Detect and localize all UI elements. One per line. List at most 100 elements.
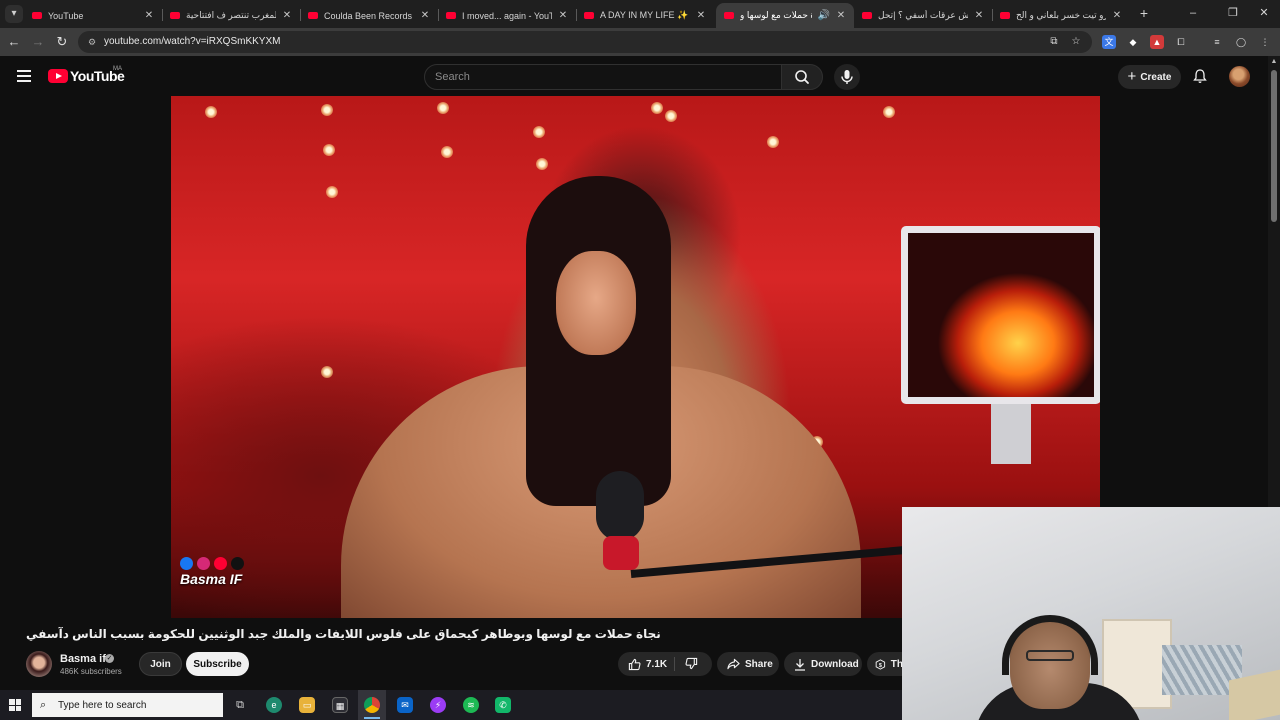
close-icon[interactable]: ✕: [420, 10, 430, 21]
file-explorer-icon[interactable]: ▭: [299, 697, 315, 713]
youtube-favicon-icon: [32, 12, 42, 19]
guide-menu-icon[interactable]: [17, 70, 31, 82]
media-icon[interactable]: ≡: [1210, 35, 1224, 49]
like-button[interactable]: 7.1K: [618, 652, 674, 676]
share-button[interactable]: Share: [717, 652, 779, 676]
instagram-icon: [197, 557, 210, 570]
bokeh-light: [321, 104, 333, 116]
download-button[interactable]: Download: [784, 652, 862, 676]
bokeh-light: [323, 144, 335, 156]
tab-label: Coulda Been Records BRC: [324, 10, 414, 21]
tab-youtube[interactable]: YouTube ✕: [24, 3, 162, 28]
address-bar[interactable]: ⚙ youtube.com/watch?v=iRXQSmKKYXM ⧉ ☆: [78, 31, 1092, 53]
windows-start-icon[interactable]: [9, 699, 21, 711]
close-icon[interactable]: ✕: [282, 10, 292, 21]
outlook-icon[interactable]: ✉: [397, 697, 413, 713]
youtube-logo-icon[interactable]: [48, 69, 68, 83]
like-dislike-group: 7.1K: [618, 652, 712, 676]
youtube-favicon-icon: [170, 12, 180, 19]
bokeh-light: [441, 146, 453, 158]
youtube-favicon-icon: [862, 12, 872, 19]
monitor-stand: [991, 404, 1031, 464]
tab-i-moved[interactable]: I moved... again - YouTub ✕: [438, 3, 576, 28]
dislike-button[interactable]: [680, 657, 704, 671]
create-button[interactable]: + Create: [1118, 65, 1181, 89]
profile-icon[interactable]: ◯: [1234, 35, 1248, 49]
install-icon[interactable]: ⧉: [1048, 36, 1060, 48]
tab-safi[interactable]: علاش عرقات أسفي ؟ |تحل ✕: [854, 3, 992, 28]
taskbar-search[interactable]: ⌕ Type here to search: [32, 693, 223, 717]
new-tab-button[interactable]: +: [1136, 5, 1152, 21]
close-icon[interactable]: ✕: [1112, 10, 1122, 21]
share-icon: [727, 658, 740, 670]
tab-day-in-my-life[interactable]: A DAY IN MY LIFE ✨ تعري ✕: [576, 3, 714, 28]
edge-icon[interactable]: e: [266, 697, 282, 713]
search-input[interactable]: [435, 69, 765, 85]
taskbar-search-placeholder: Type here to search: [58, 699, 147, 711]
site-info-icon[interactable]: ⚙: [86, 36, 98, 48]
close-icon[interactable]: ✕: [144, 10, 154, 21]
messenger-icon[interactable]: ⚡: [430, 697, 446, 713]
account-avatar[interactable]: [1229, 66, 1250, 87]
extensions-icon[interactable]: ⧠: [1174, 35, 1188, 49]
window-close-icon[interactable]: ✕: [1257, 5, 1271, 21]
active-app-indicator: [364, 717, 380, 719]
spotify-icon[interactable]: ≋: [463, 697, 479, 713]
thanks-button[interactable]: $ Th: [867, 652, 903, 676]
subscribe-button[interactable]: Subscribe: [186, 652, 249, 676]
tiktok-icon: [231, 557, 244, 570]
tab-label: YouTube: [48, 10, 84, 21]
search-box[interactable]: [424, 64, 782, 90]
minimize-icon[interactable]: –: [1186, 5, 1200, 21]
close-icon[interactable]: ✕: [558, 10, 568, 21]
browser-toolbar: ← → ↻ ⚙ youtube.com/watch?v=iRXQSmKKYXM …: [0, 28, 1280, 56]
chrome-icon[interactable]: [364, 697, 380, 713]
reload-icon[interactable]: ↻: [54, 34, 70, 50]
menu-icon[interactable]: ⋮: [1258, 35, 1272, 49]
tab-search-icon[interactable]: ▾: [5, 5, 23, 23]
search-button[interactable]: [781, 64, 823, 90]
close-icon[interactable]: ✕: [696, 10, 706, 21]
voice-search-button[interactable]: [834, 64, 860, 90]
tab-current-video[interactable]: نجاة حملات مع لوسها و 🔊 ✕: [716, 3, 854, 28]
extension-red-icon[interactable]: ▲: [1150, 35, 1164, 49]
headset: [1002, 615, 1098, 675]
back-icon[interactable]: ←: [6, 34, 22, 50]
restore-icon[interactable]: ❐: [1226, 5, 1240, 21]
youtube-icon: [214, 557, 227, 570]
like-count: 7.1K: [646, 658, 668, 670]
bokeh-light: [533, 126, 545, 138]
download-icon: [795, 658, 805, 671]
task-view-icon[interactable]: ⧉: [232, 697, 248, 713]
audio-playing-icon[interactable]: 🔊: [818, 10, 830, 21]
facebook-icon: [180, 557, 193, 570]
extension-diamond-icon[interactable]: ◆: [1126, 35, 1140, 49]
close-icon[interactable]: ✕: [836, 10, 846, 21]
youtube-favicon-icon: [308, 12, 318, 19]
bokeh-light: [321, 366, 333, 378]
youtube-favicon-icon: [584, 12, 594, 19]
channel-avatar[interactable]: [26, 651, 52, 677]
join-button[interactable]: Join: [139, 652, 182, 676]
scroll-up-icon[interactable]: ▲: [1270, 58, 1278, 65]
tab-label: أندرو تيت خسر بلعاني و الح: [1016, 10, 1106, 20]
tab-label: علاش عرقات أسفي ؟ |تحل: [878, 10, 968, 20]
tab-label: A DAY IN MY LIFE ✨ تعري: [600, 10, 690, 20]
bokeh-light: [205, 106, 217, 118]
tab-morocco[interactable]: المغرب تنتصر ف افتتاحية ✕: [162, 3, 300, 28]
whatsapp-icon[interactable]: ✆: [495, 697, 511, 713]
notifications-bell-icon[interactable]: [1192, 68, 1208, 84]
channel-name[interactable]: Basma if: [60, 653, 106, 665]
video-title: نجاة حملات مع لوسها وبوطاهر كيحماق على ف…: [26, 627, 661, 641]
tab-andrew-tate[interactable]: أندرو تيت خسر بلعاني و الح ✕: [992, 3, 1130, 28]
url-text[interactable]: youtube.com/watch?v=iRXQSmKKYXM: [104, 36, 280, 47]
forward-icon[interactable]: →: [30, 34, 46, 50]
scrollbar-thumb[interactable]: [1271, 70, 1277, 222]
search-icon: [795, 70, 809, 84]
translate-extension-icon[interactable]: 文: [1102, 35, 1116, 49]
store-icon[interactable]: ▦: [332, 697, 348, 713]
tab-coulda-been[interactable]: Coulda Been Records BRC ✕: [300, 3, 438, 28]
windows-taskbar: ⌕ Type here to search ⧉ e ▭ ▦ ✉ ⚡ ≋ ✆: [0, 690, 902, 720]
star-icon[interactable]: ☆: [1070, 36, 1082, 48]
close-icon[interactable]: ✕: [974, 10, 984, 21]
